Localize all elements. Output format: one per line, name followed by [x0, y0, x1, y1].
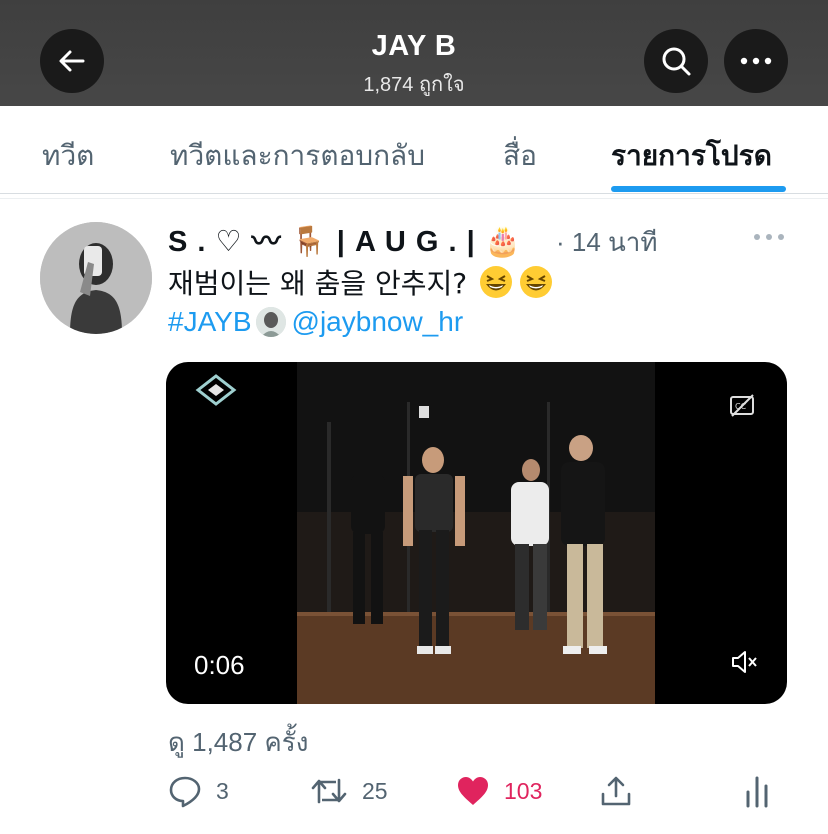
video-frame	[297, 362, 655, 704]
tab-likes[interactable]: รายการโปรด	[611, 134, 772, 178]
tab-tweets[interactable]: ทวีต	[42, 134, 94, 178]
captions-icon[interactable]: CC	[729, 392, 755, 418]
analytics-button[interactable]	[744, 772, 770, 810]
tab-media[interactable]: สื่อ	[503, 134, 537, 178]
reply-count: 3	[216, 777, 229, 804]
tweet-text-content: 재범이는 왜 춤을 안추지?	[168, 267, 468, 300]
share-icon	[601, 776, 631, 806]
grinning-squinting-emoji-icon	[520, 266, 553, 298]
tweet-tags: #JAYB @jaybnow_hr	[168, 306, 463, 338]
like-count: 103	[504, 777, 543, 804]
search-icon	[662, 47, 691, 76]
tweet-time: · 14 นาที	[556, 227, 658, 257]
tweet-video[interactable]: 0:06 CC	[166, 362, 787, 704]
grinning-squinting-emoji-icon	[480, 266, 513, 298]
hashtag-link[interactable]: #JAYB	[168, 306, 252, 338]
tweet-text: 재범이는 왜 춤을 안추지?	[168, 262, 553, 302]
profile-tabs: ทวีต ทวีตและการตอบกลับ สื่อ รายการโปรด	[0, 106, 828, 194]
tab-tweets-replies[interactable]: ทวีตและการตอบกลับ	[170, 134, 425, 178]
retweet-count: 25	[362, 777, 388, 804]
active-tab-indicator	[611, 186, 786, 192]
heart-icon	[458, 777, 488, 805]
divider	[0, 198, 828, 199]
reply-button[interactable]: 3	[168, 772, 229, 810]
avatar[interactable]	[40, 222, 152, 334]
more-dots-icon	[740, 57, 772, 65]
channel-logo-icon	[195, 374, 237, 406]
like-button[interactable]: 103	[456, 772, 542, 810]
mention-link[interactable]: @jaybnow_hr	[292, 306, 464, 338]
mention-avatar	[255, 307, 286, 337]
retweet-button[interactable]: 25	[310, 772, 388, 810]
search-button[interactable]	[644, 29, 708, 93]
more-options-button[interactable]	[724, 29, 788, 93]
analytics-icon	[746, 776, 768, 808]
share-button[interactable]	[600, 772, 632, 810]
reply-icon	[169, 776, 201, 808]
mute-icon[interactable]	[729, 647, 759, 677]
tweet-more-icon[interactable]	[752, 232, 786, 242]
retweet-icon	[311, 778, 347, 804]
view-count: ดู 1,487 ครั้ง	[168, 727, 309, 757]
video-timestamp: 0:06	[194, 650, 245, 680]
profile-header: JAY B 1,874 ถูกใจ	[0, 0, 828, 106]
tweet-author-name[interactable]: S . ♡ 〰 🪑 | A U G . | 🎂	[168, 218, 522, 260]
